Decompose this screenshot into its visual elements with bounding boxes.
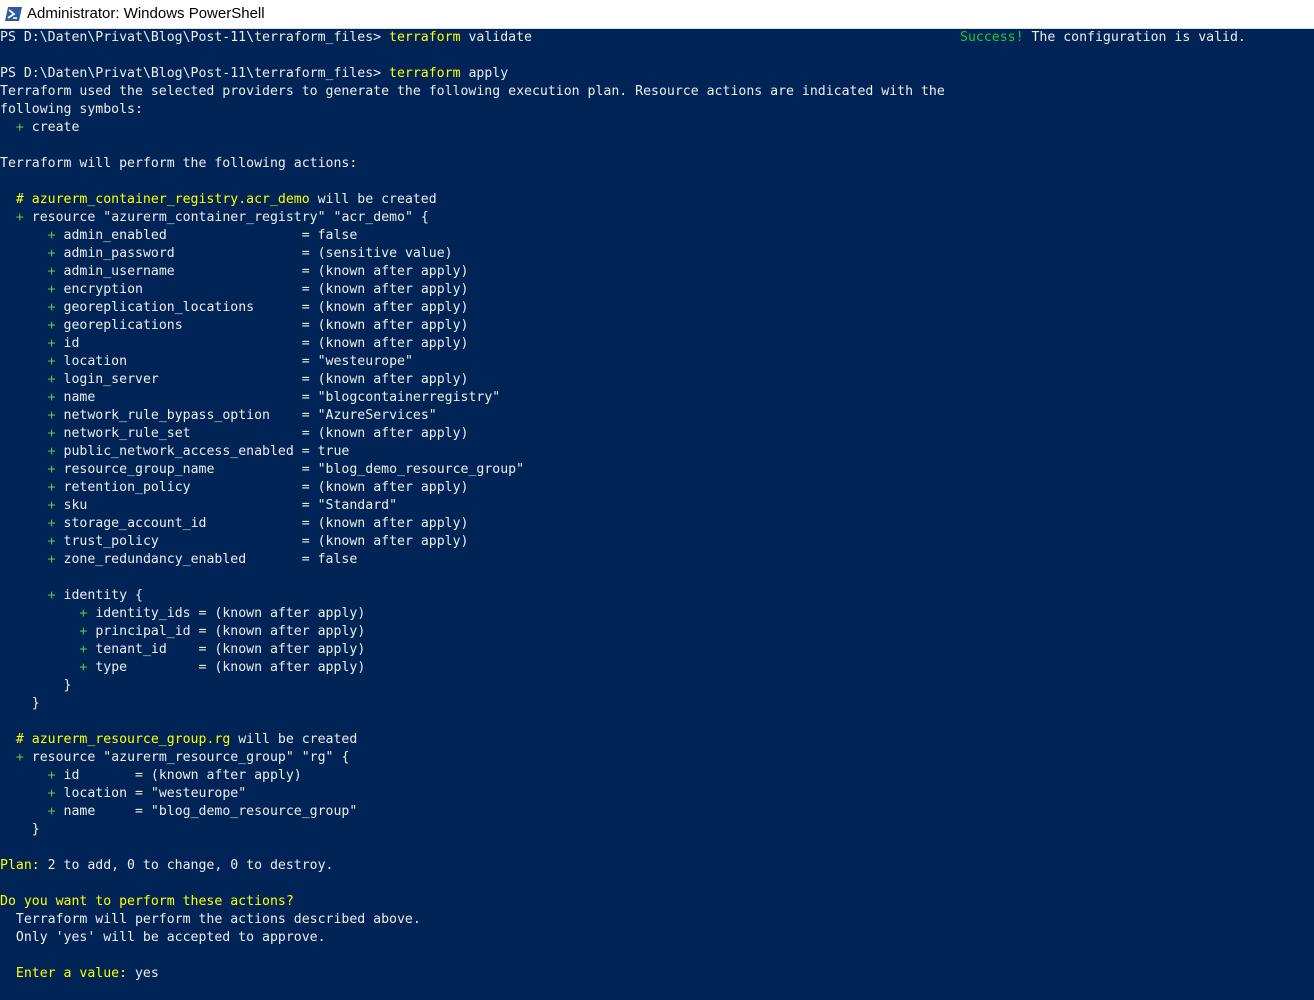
will-perform-line: Terraform will perform the following act… [0,156,358,171]
command-terraform: terraform [389,66,461,81]
attribute-line: + georeplications = (known after apply) [47,318,469,333]
input-line[interactable]: Enter a value: yes [0,965,1314,983]
powershell-window: Administrator: Windows PowerShell PS D:\… [0,0,1314,1000]
identity-attribute-line: + tenant_id = (known after apply) [79,642,366,657]
terminal-output[interactable]: PS D:\Daten\Privat\Blog\Post-11\terrafor… [0,29,1314,1000]
success-message: The configuration is valid. [1023,30,1246,45]
command-terraform: terraform [389,30,461,45]
plan-text: 2 to add, 0 to change, 0 to destroy. [39,858,334,873]
intro-line-2: following symbols: [0,102,143,117]
attribute-line: + trust_policy = (known after apply) [47,534,469,549]
attribute-line: + public_network_access_enabled = true [47,444,350,459]
confirm-question: Do you want to perform these actions? [0,894,294,909]
attribute-line: + network_rule_set = (known after apply) [47,426,469,441]
attribute-line: + resource_group_name = "blog_demo_resou… [47,462,525,477]
identity-attribute-line: + principal_id = (known after apply) [79,624,366,639]
acr-attributes: + admin_enabled = false + admin_password… [0,227,1314,569]
resource-close-acr: } [0,696,40,711]
identity-attribute-line: + identity_ids = (known after apply) [79,606,366,621]
plan-label: Plan: [0,858,40,873]
attribute-line: + encryption = (known after apply) [47,282,469,297]
attribute-line: + admin_enabled = false [47,228,358,243]
rg-attributes: + id = (known after apply) + location = … [0,767,1314,821]
resource-name-acr: azurerm_container_registry.acr_demo [31,192,310,207]
attribute-line: + georeplication_locations = (known afte… [47,300,469,315]
enter-value-label: Enter a value: [0,966,128,981]
prompt-path: PS D:\Daten\Privat\Blog\Post-11\terrafor… [0,66,390,81]
attribute-line: + retention_policy = (known after apply) [47,480,469,495]
success-label: Success! [960,30,1024,45]
prompt-line-apply: PS D:\Daten\Privat\Blog\Post-11\terrafor… [0,65,1314,83]
prompt-path: PS D:\Daten\Privat\Blog\Post-11\terrafor… [0,30,390,45]
attribute-line: + id = (known after apply) [47,336,469,351]
validate-result: Success! The configuration is valid. [960,29,1246,47]
title-bar[interactable]: Administrator: Windows PowerShell [0,0,1314,29]
resource-header-rg: + resource "azurerm_resource_group" "rg"… [15,750,350,765]
window-title: Administrator: Windows PowerShell [27,5,265,22]
attribute-line: + name = "blogcontainerregistry" [47,390,501,405]
confirm-desc-1: Terraform will perform the actions descr… [0,912,421,927]
powershell-icon [5,7,22,21]
resource-comment-acr: # azurerm_container_registry.acr_demo wi… [0,192,437,207]
attribute-line: + name = "blog_demo_resource_group" [47,804,358,819]
symbol-line: + create [15,120,80,135]
attribute-line: + admin_password = (sensitive value) [47,246,453,261]
attribute-line: + sku = "Standard" [47,498,398,513]
identity-block-open: + identity { [47,588,143,603]
command-arg-apply: apply [460,66,509,81]
confirm-desc-2: Only 'yes' will be accepted to approve. [0,930,326,945]
resource-close-rg: } [0,822,40,837]
identity-attribute-line: + type = (known after apply) [79,660,366,675]
identity-block-close: } [0,678,72,693]
attribute-line: + admin_username = (known after apply) [47,264,469,279]
identity-attributes: + identity_ids = (known after apply) + p… [0,605,1314,677]
attribute-line: + location = "westeurope" [47,786,247,801]
attribute-line: + location = "westeurope" [47,354,413,369]
resource-header-acr: + resource "azurerm_container_registry" … [15,210,429,225]
attribute-line: + storage_account_id = (known after appl… [47,516,469,531]
prompt-line-validate: PS D:\Daten\Privat\Blog\Post-11\terrafor… [0,29,1314,47]
intro-line-1: Terraform used the selected providers to… [0,84,945,99]
command-arg-validate: validate [460,30,532,45]
symbol-create-label: create [31,120,80,135]
attribute-line: + login_server = (known after apply) [47,372,469,387]
enter-value-input[interactable]: yes [127,966,159,981]
resource-name-rg: azurerm_resource_group.rg [31,732,231,747]
resource-comment-rg: # azurerm_resource_group.rg will be crea… [0,732,358,747]
attribute-line: + id = (known after apply) [47,768,302,783]
attribute-line: + zone_redundancy_enabled = false [47,552,358,567]
plan-summary: Plan: 2 to add, 0 to change, 0 to destro… [0,857,1314,875]
attribute-line: + network_rule_bypass_option = "AzureSer… [47,408,437,423]
